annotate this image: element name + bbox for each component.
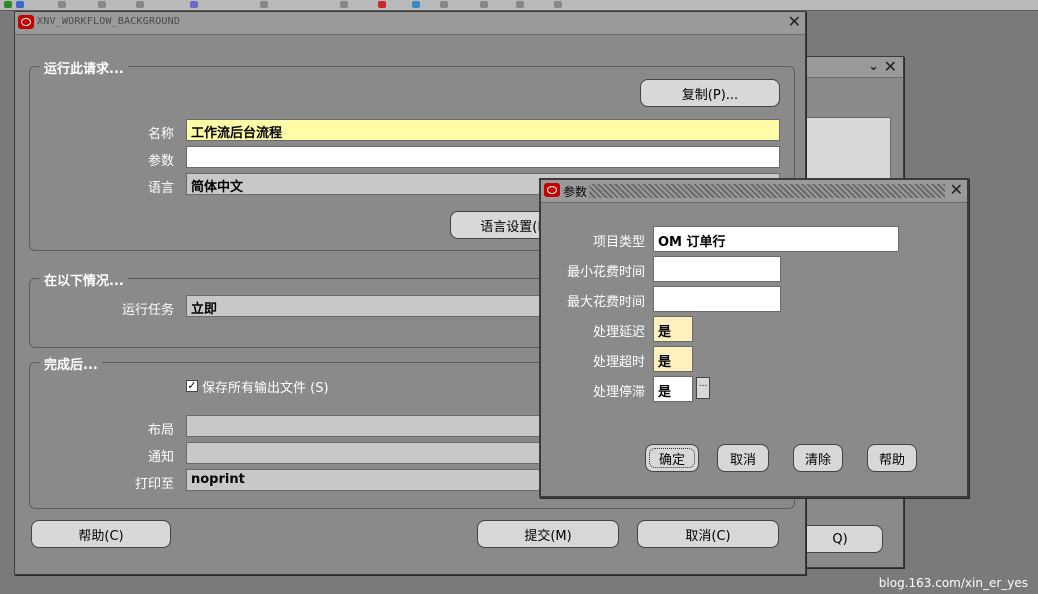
layout-label: 布局: [147, 423, 174, 438]
close-icon[interactable]: ✕: [884, 59, 897, 75]
background-button-label: Q): [832, 531, 848, 547]
process-timeout-field[interactable]: 是: [653, 346, 693, 372]
min-time-field[interactable]: [653, 256, 781, 282]
max-time-label: 最大花费时间: [566, 295, 645, 310]
toolbar-icon[interactable]: [98, 1, 106, 8]
copy-button[interactable]: 复制(P)...: [640, 79, 780, 107]
clear-button[interactable]: 清除: [793, 444, 843, 472]
parameters-label: 参数: [147, 154, 174, 169]
cancel-button-label: 取消(C): [685, 528, 731, 544]
item-type-label: 项目类型: [592, 235, 645, 250]
dialog-title: 参数: [561, 183, 590, 200]
program-name-field[interactable]: 工作流后台流程: [186, 119, 780, 141]
cancel-button[interactable]: 取消(C): [637, 520, 779, 548]
oracle-logo-icon: [18, 15, 34, 29]
ok-button[interactable]: 确定: [645, 444, 699, 472]
parameters-field[interactable]: [186, 146, 780, 168]
dialog-help-button[interactable]: 帮助: [867, 444, 917, 472]
toolbar-icon[interactable]: [412, 1, 420, 8]
dialog-cancel-label: 取消: [729, 452, 756, 468]
copy-button-label: 复制(P)...: [681, 87, 739, 103]
process-deferred-field[interactable]: 是: [653, 316, 693, 342]
process-timeout-label: 处理超时: [592, 355, 645, 370]
dialog-help-label: 帮助: [878, 452, 905, 468]
process-stuck-label: 处理停滞: [592, 385, 645, 400]
save-output-checkbox[interactable]: ✓: [186, 380, 198, 392]
background-window-titlebar: ⌄ ✕: [791, 57, 903, 78]
toolbar-icon[interactable]: [260, 1, 268, 8]
print-to-label: 打印至: [134, 477, 174, 492]
help-button[interactable]: 帮助(C): [31, 520, 171, 548]
watermark: blog.163.com/xin_er_yes: [878, 576, 1028, 590]
help-icon[interactable]: [554, 1, 562, 8]
list-of-values-button[interactable]: ...: [696, 377, 710, 399]
clear-button-label: 清除: [804, 452, 831, 468]
save-output-label: 保存所有输出文件 (S): [202, 381, 329, 396]
titlebar-pattern: [577, 184, 945, 198]
window-title: XNV_WORKFLOW_BACKGROUND: [37, 16, 181, 27]
completion-group-title: 完成后...: [40, 354, 102, 373]
close-icon[interactable]: ✕: [788, 14, 801, 30]
toolbar-icon[interactable]: [340, 1, 348, 8]
background-window-button[interactable]: Q): [797, 525, 883, 553]
name-label: 名称: [147, 127, 174, 142]
submit-button[interactable]: 提交(M): [477, 520, 619, 548]
process-stuck-field[interactable]: 是: [653, 376, 693, 402]
process-deferred-label: 处理延迟: [592, 325, 645, 340]
dialog-cancel-button[interactable]: 取消: [717, 444, 769, 472]
toolbar-icon[interactable]: [516, 1, 524, 8]
toolbar-icon[interactable]: [4, 1, 12, 8]
oracle-logo-icon: [544, 183, 560, 197]
language-label: 语言: [147, 181, 174, 196]
close-icon[interactable]: ✕: [950, 182, 963, 198]
run-task-label: 运行任务: [121, 303, 174, 318]
toolbar-icon[interactable]: [136, 1, 144, 8]
main-window-titlebar: XNV_WORKFLOW_BACKGROUND ✕: [15, 12, 805, 35]
delete-icon[interactable]: [378, 1, 386, 8]
help-button-label: 帮助(C): [78, 528, 124, 544]
max-time-field[interactable]: [653, 286, 781, 312]
min-time-label: 最小花费时间: [566, 265, 645, 280]
top-toolbar: [0, 0, 1038, 11]
notify-label: 通知: [147, 450, 174, 465]
ok-button-label: 确定: [658, 452, 685, 468]
toolbar-icon[interactable]: [440, 1, 448, 8]
toolbar-icon[interactable]: [190, 1, 198, 8]
parameters-dialog-titlebar: 参数 ✕: [541, 180, 967, 203]
toolbar-icon[interactable]: [480, 1, 488, 8]
minimize-icon[interactable]: ⌄: [868, 59, 879, 75]
run-group-title: 运行此请求...: [40, 58, 128, 77]
toolbar-icon[interactable]: [16, 1, 24, 8]
toolbar-icon[interactable]: [58, 1, 66, 8]
submit-button-label: 提交(M): [524, 528, 572, 544]
parameters-dialog: 参数 ✕ 项目类型 OM 订单行 最小花费时间 最大花费时间 处理延迟 是 处理…: [539, 178, 969, 498]
item-type-field[interactable]: OM 订单行: [653, 226, 899, 252]
conditions-group-title: 在以下情况...: [40, 270, 128, 289]
